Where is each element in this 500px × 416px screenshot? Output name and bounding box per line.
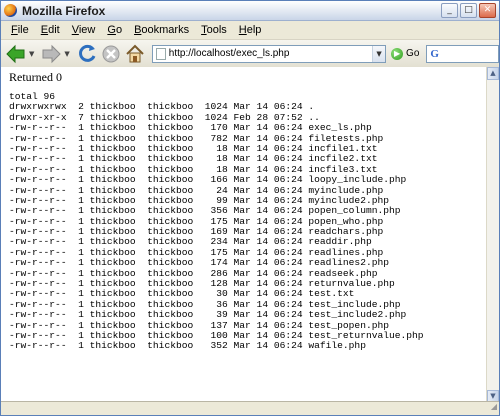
reload-icon <box>78 44 96 62</box>
forward-arrow-icon <box>42 44 62 63</box>
ls-output: total 96 drwxrwxrwx 2 thickboo thickboo 1… <box>9 91 487 352</box>
url-field[interactable]: http://localhost/exec_ls.php <box>166 48 372 59</box>
menu-tools[interactable]: Tools <box>195 24 233 36</box>
window-title: Mozilla Firefox <box>22 3 106 18</box>
page-content: Returned 0 total 96 drwxrwxrwx 2 thickboo… <box>1 67 487 403</box>
back-arrow-icon <box>6 44 25 63</box>
reload-button[interactable] <box>76 43 98 65</box>
stop-icon <box>102 45 120 62</box>
maximize-button[interactable]: □ <box>460 3 477 18</box>
go-label: Go <box>406 48 420 59</box>
listing-line: -rw-r--r-- 1 thickboo thickboo 352 Mar 1… <box>9 340 366 352</box>
menu-go[interactable]: Go <box>101 24 128 36</box>
forward-button[interactable] <box>40 44 62 64</box>
menu-view[interactable]: View <box>66 24 102 36</box>
firefox-logo-icon <box>4 4 17 17</box>
stop-button[interactable] <box>100 43 122 65</box>
vertical-scrollbar[interactable]: ▲ ▼ <box>486 67 499 403</box>
status-bar: ◢ <box>1 401 499 415</box>
google-logo-icon: G <box>430 47 439 60</box>
page-icon <box>155 47 166 60</box>
go-arrow-icon: ▶ <box>391 47 404 60</box>
url-history-dropdown[interactable]: ▼ <box>372 45 386 62</box>
menu-bar: File Edit View Go Bookmarks Tools Help <box>1 21 499 40</box>
close-button[interactable]: ✕ <box>479 3 496 18</box>
navigation-toolbar: ▼ ▼ http://localhost/exec_ls.php ▼ ▶ Go … <box>1 40 499 68</box>
scroll-up-button[interactable]: ▲ <box>487 67 499 80</box>
listing-line: -rw-r--r-- 1 thickboo thickboo 166 Mar 1… <box>9 174 407 186</box>
address-bar[interactable]: http://localhost/exec_ls.php ▼ <box>151 44 387 63</box>
forward-history-dropdown[interactable]: ▼ <box>64 50 69 58</box>
home-button[interactable] <box>124 43 146 65</box>
page-heading: Returned 0 <box>9 70 62 84</box>
menu-edit[interactable]: Edit <box>35 24 66 36</box>
browser-window: Mozilla Firefox _ □ ✕ File Edit View Go … <box>0 0 500 416</box>
resize-grip-icon[interactable]: ◢ <box>491 400 497 414</box>
back-button[interactable] <box>5 44 27 64</box>
menu-bookmarks[interactable]: Bookmarks <box>128 24 195 36</box>
minimize-button[interactable]: _ <box>441 3 458 18</box>
menu-file[interactable]: File <box>5 24 35 36</box>
title-bar[interactable]: Mozilla Firefox _ □ ✕ <box>1 1 499 21</box>
menu-help[interactable]: Help <box>233 24 268 36</box>
home-icon <box>126 44 144 62</box>
back-history-dropdown[interactable]: ▼ <box>29 50 34 58</box>
search-box[interactable]: G <box>426 44 499 63</box>
listing-line: -rw-r--r-- 1 thickboo thickboo 170 Mar 1… <box>9 122 372 134</box>
go-button[interactable]: ▶ Go <box>391 47 420 60</box>
